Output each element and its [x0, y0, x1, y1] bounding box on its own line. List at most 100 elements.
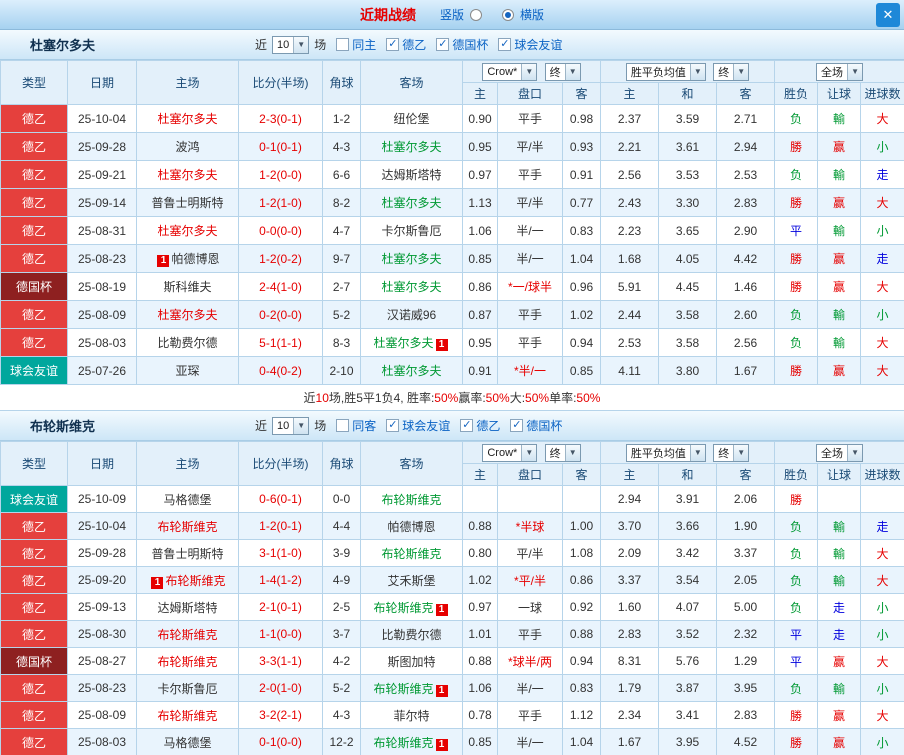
score: 3-3(1-1) — [239, 648, 323, 675]
away-team: 布轮斯维克1 — [361, 594, 463, 621]
competition-badge: 德乙 — [1, 133, 68, 161]
away-team: 布轮斯维克1 — [361, 675, 463, 702]
corners: 4-4 — [323, 513, 361, 540]
result-handicap: 輸 — [818, 161, 861, 189]
team-name-text: 卡尔斯鲁厄 — [381, 224, 441, 238]
col-corner: 角球 — [323, 442, 361, 486]
odds-stage-select[interactable]: 终▼ — [545, 63, 581, 81]
matches-table: 类型 日期 主场 比分(半场) 角球 客场 Crow*▼ 终▼ 胜平负均值▼ 终… — [0, 60, 904, 385]
corners: 4-2 — [323, 648, 361, 675]
odds-away-win: 2.05 — [717, 567, 775, 594]
horizontal-layout-radio[interactable] — [502, 9, 514, 21]
home-team: 达姆斯塔特 — [137, 594, 239, 621]
match-row: 德乙 25-09-20 1布轮斯维克 1-4(1-2) 4-9 艾禾斯堡 1.0… — [1, 567, 904, 594]
away-team: 帕德博恩 — [361, 513, 463, 540]
result-goals: 大 — [861, 329, 904, 357]
home-team: 布轮斯维克 — [137, 513, 239, 540]
red-card-badge: 1 — [436, 685, 448, 697]
corners: 5-2 — [323, 675, 361, 702]
odds-away-win: 2.56 — [717, 329, 775, 357]
ah-home-odds: 0.97 — [463, 161, 498, 189]
checkbox-league-3[interactable]: ✓ — [498, 38, 511, 51]
checkbox-league-2[interactable]: ✓ — [436, 38, 449, 51]
away-team: 杜塞尔多夫 — [361, 357, 463, 385]
ah-home-odds: 0.80 — [463, 540, 498, 567]
odds-draw: 4.45 — [659, 273, 717, 301]
col-goals: 进球数 — [861, 464, 904, 486]
result-handicap: 輸 — [818, 540, 861, 567]
match-date: 25-09-28 — [68, 540, 137, 567]
match-row: 德乙 25-09-21 杜塞尔多夫 1-2(0-0) 6-6 达姆斯塔特 0.9… — [1, 161, 904, 189]
checkbox-league-2[interactable]: ✓ — [460, 419, 473, 432]
result-handicap: 輸 — [818, 217, 861, 245]
match-count-select[interactable]: 10▼ — [272, 36, 309, 54]
odds-stage-select[interactable]: 终▼ — [545, 444, 581, 462]
result-goals: 大 — [861, 105, 904, 133]
corners: 4-3 — [323, 133, 361, 161]
competition-badge: 德乙 — [1, 513, 68, 540]
result-wdl: 负 — [775, 513, 818, 540]
avg-odds-value: 胜平负均值 — [627, 64, 690, 80]
competition-badge: 德乙 — [1, 702, 68, 729]
near-label: 近 — [255, 36, 267, 53]
col-odds-draw: 和 — [659, 464, 717, 486]
odds-away-win: 1.29 — [717, 648, 775, 675]
corners: 4-9 — [323, 567, 361, 594]
odds-home-win: 2.56 — [601, 161, 659, 189]
checkbox-league-1[interactable]: ✓ — [386, 38, 399, 51]
section-duesseldorf: 杜塞尔多夫 近 10▼ 场 同主 ✓ 德乙 ✓ 德国杯 ✓ 球会友谊 类型 日期… — [0, 30, 904, 411]
col-odds-win: 主 — [601, 83, 659, 105]
team-name-text: 杜塞尔多夫 — [381, 364, 441, 378]
result-handicap: 輸 — [818, 301, 861, 329]
ah-home-odds: 0.87 — [463, 301, 498, 329]
checkbox-league-3[interactable]: ✓ — [510, 419, 523, 432]
odds-away-win: 4.52 — [717, 729, 775, 755]
odds-away-win: 2.71 — [717, 105, 775, 133]
chevron-down-icon: ▼ — [521, 445, 536, 461]
away-team: 纽伦堡 — [361, 105, 463, 133]
chevron-down-icon: ▼ — [733, 64, 748, 80]
result-wdl: 负 — [775, 329, 818, 357]
scope-select[interactable]: 全场▼ — [816, 444, 863, 462]
avg-stage-select[interactable]: 终▼ — [713, 63, 749, 81]
avg-odds-select[interactable]: 胜平负均值▼ — [626, 444, 706, 462]
close-button[interactable]: ✕ — [876, 3, 900, 27]
odds-draw: 4.07 — [659, 594, 717, 621]
ah-line: 平手 — [498, 702, 563, 729]
ah-away-odds: 1.04 — [563, 729, 601, 755]
ah-away-odds: 0.93 — [563, 133, 601, 161]
odds-source-select[interactable]: Crow*▼ — [482, 444, 537, 462]
checkbox-same-away[interactable] — [336, 419, 349, 432]
odds-home-win: 4.11 — [601, 357, 659, 385]
result-wdl: 勝 — [775, 245, 818, 273]
team-name-text: 布轮斯维克 — [381, 493, 441, 507]
avg-stage-select[interactable]: 终▼ — [713, 444, 749, 462]
team-name-text: 布轮斯维克 — [381, 547, 441, 561]
col-odds-win: 主 — [601, 464, 659, 486]
vertical-layout-radio[interactable] — [470, 9, 482, 21]
match-count-select[interactable]: 10▼ — [272, 417, 309, 435]
avg-odds-select[interactable]: 胜平负均值▼ — [626, 63, 706, 81]
matches-table: 类型 日期 主场 比分(半场) 角球 客场 Crow*▼ 终▼ 胜平负均值▼ 终… — [0, 441, 904, 755]
team-name-text: 达姆斯塔特 — [381, 168, 441, 182]
odds-draw: 5.76 — [659, 648, 717, 675]
odds-source-select[interactable]: Crow*▼ — [482, 63, 537, 81]
odds-home-win: 1.67 — [601, 729, 659, 755]
checkbox-label: 球会友谊 — [514, 36, 562, 53]
ah-away-odds: 0.92 — [563, 594, 601, 621]
chevron-down-icon: ▼ — [565, 64, 580, 80]
away-team: 杜塞尔多夫 — [361, 189, 463, 217]
odds-draw: 3.59 — [659, 105, 717, 133]
home-team: 布轮斯维克 — [137, 621, 239, 648]
scope-select[interactable]: 全场▼ — [816, 63, 863, 81]
checkbox-league-1[interactable]: ✓ — [386, 419, 399, 432]
result-goals: 小 — [861, 675, 904, 702]
ah-away-odds: 0.94 — [563, 329, 601, 357]
odds-away-win: 4.42 — [717, 245, 775, 273]
score: 1-4(1-2) — [239, 567, 323, 594]
result-goals: 小 — [861, 217, 904, 245]
checkbox-same-home[interactable] — [336, 38, 349, 51]
team-name-text: 马格德堡 — [163, 493, 211, 507]
home-team: 普鲁士明斯特 — [137, 189, 239, 217]
away-team: 卡尔斯鲁厄 — [361, 217, 463, 245]
